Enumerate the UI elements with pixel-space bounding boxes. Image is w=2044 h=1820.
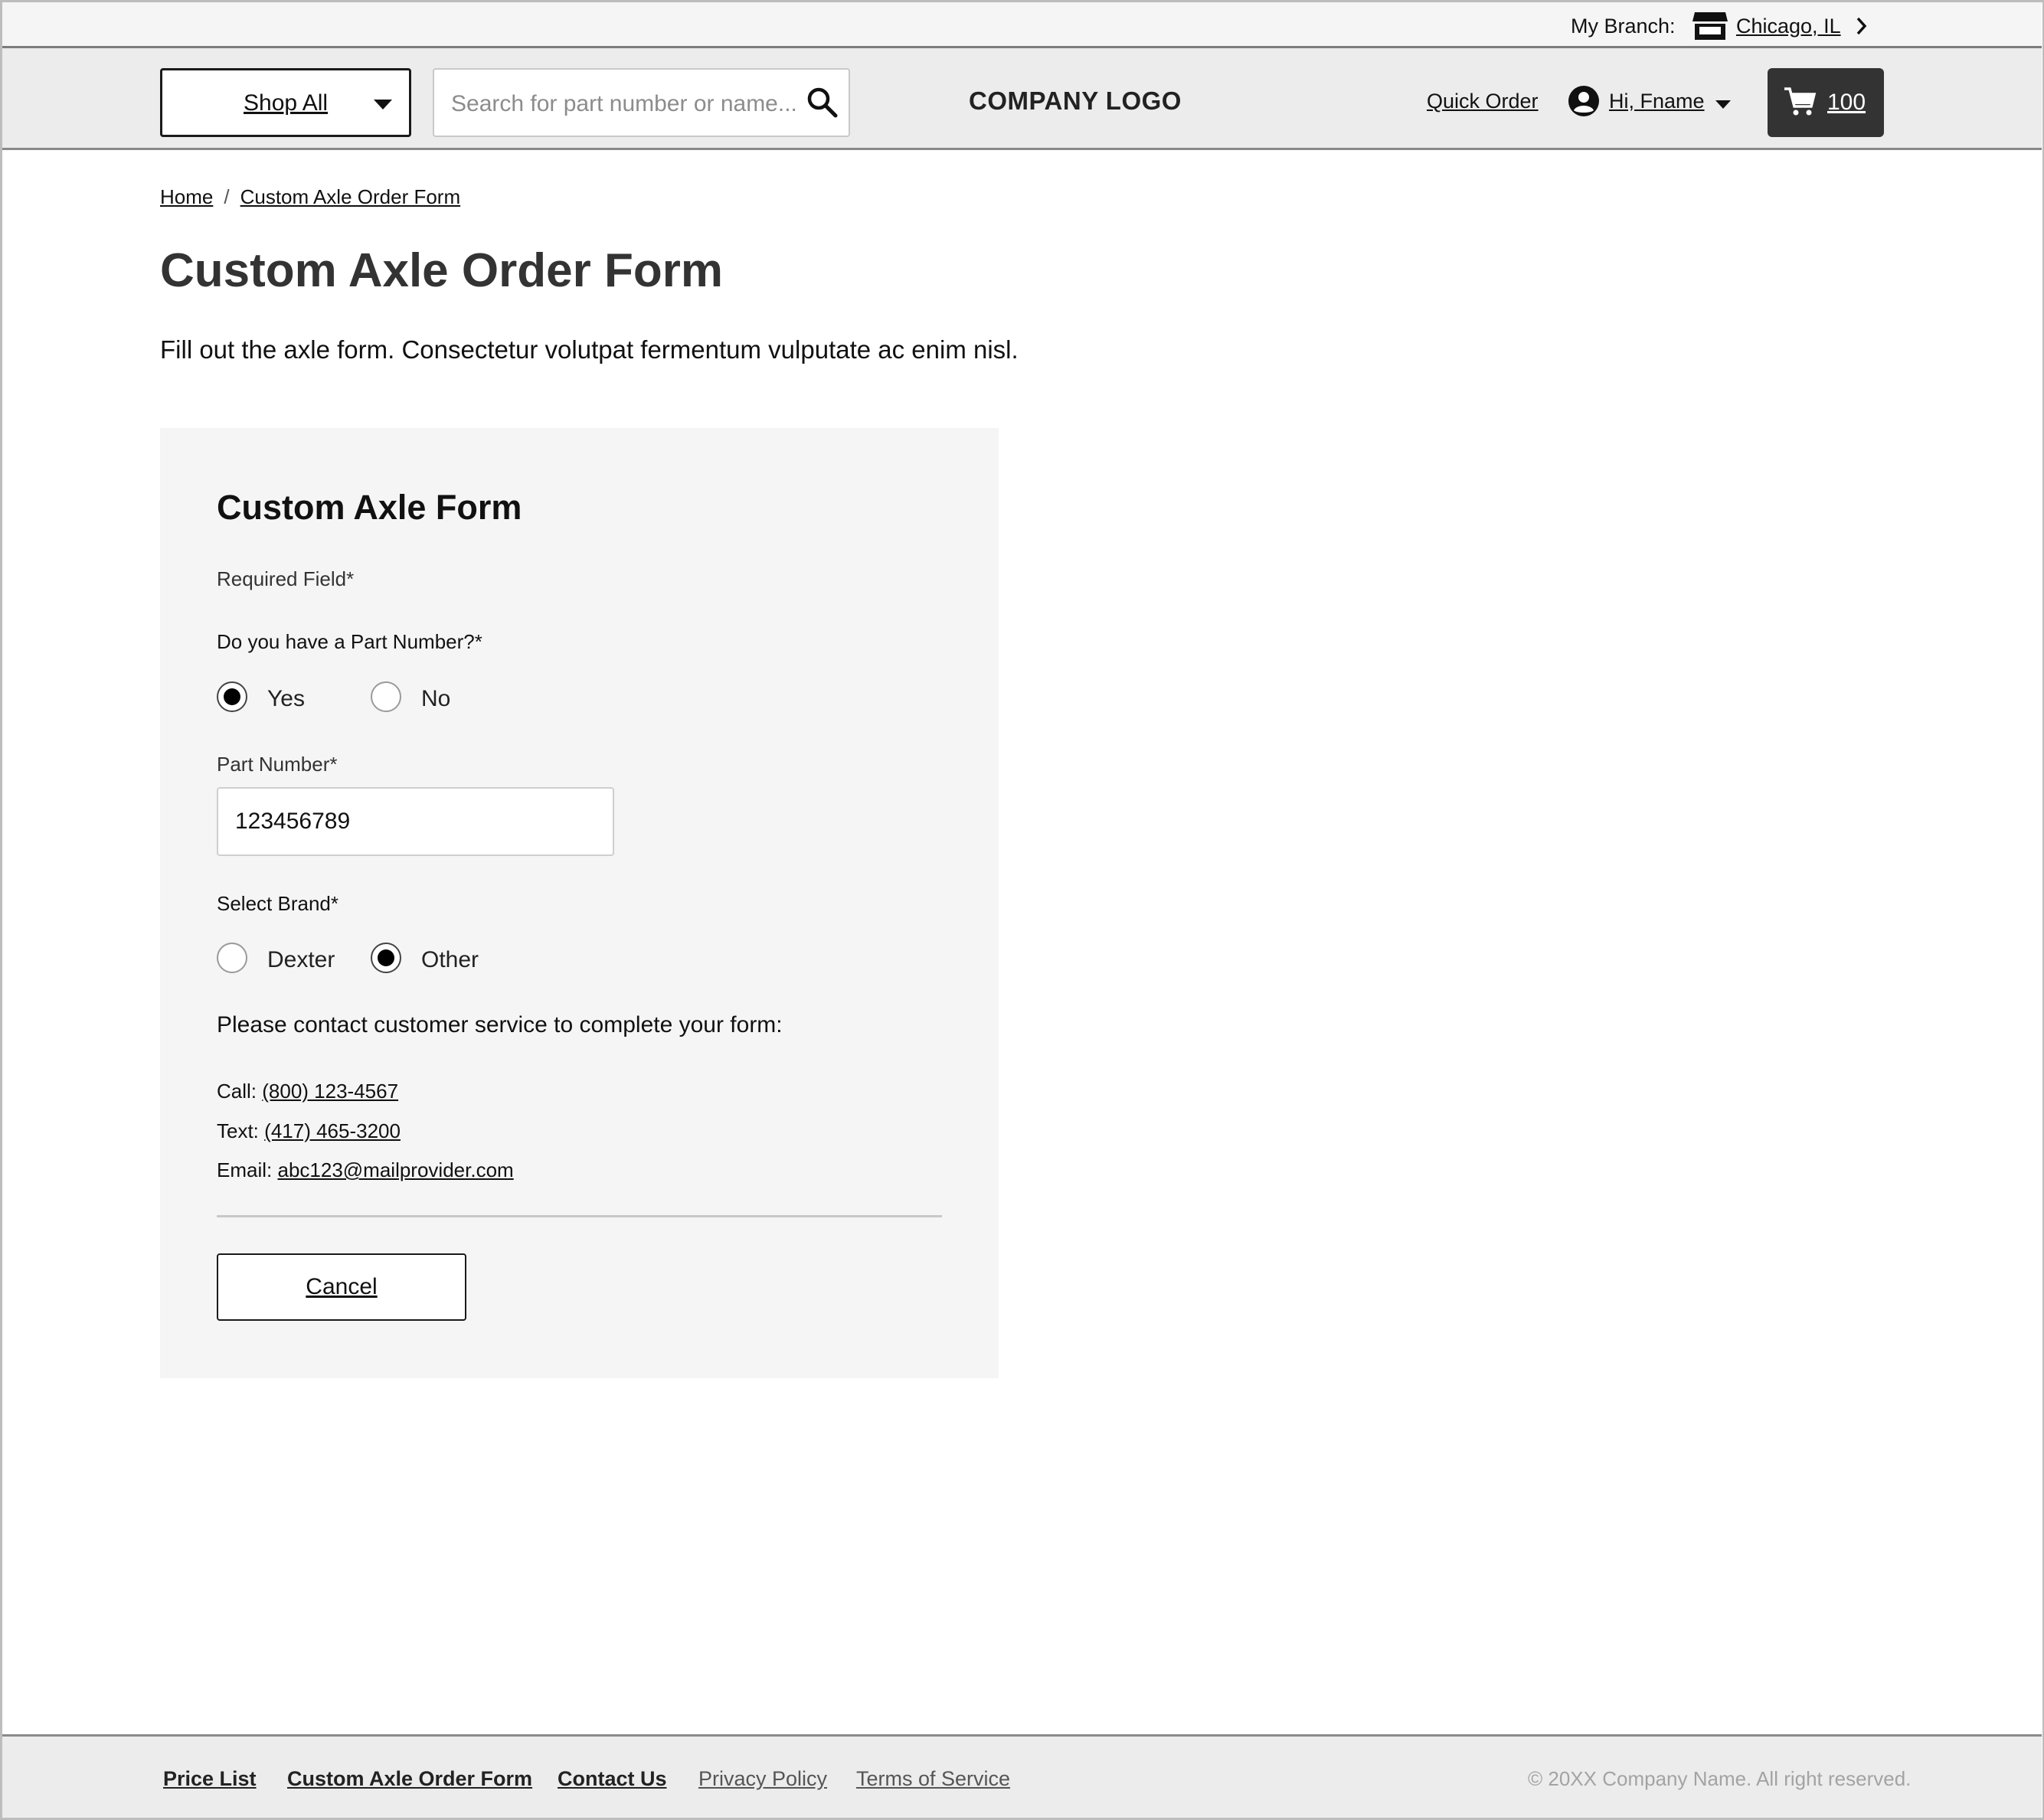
form-title: Custom Axle Form [217, 488, 522, 527]
footer-link-price-list[interactable]: Price List [163, 1767, 257, 1791]
radio-yes-label[interactable]: Yes [267, 686, 305, 712]
cart-icon [1784, 87, 1817, 116]
breadcrumb: Home / Custom Axle Order Form [160, 185, 460, 209]
text-link[interactable]: (417) 465-3200 [264, 1119, 401, 1142]
text-label: Text: [217, 1119, 259, 1142]
shop-all-label: Shop All [244, 90, 329, 116]
email-link[interactable]: abc123@mailprovider.com [277, 1158, 513, 1181]
chevron-down-icon [374, 100, 392, 109]
radio-other-label[interactable]: Other [421, 947, 479, 973]
company-logo[interactable]: COMPANY LOGO [969, 87, 1182, 116]
breadcrumb-home[interactable]: Home [160, 185, 213, 208]
store-icon [1692, 12, 1728, 40]
branch-link[interactable]: Chicago, IL [1736, 15, 1841, 38]
text-line: Text: (417) 465-3200 [217, 1119, 401, 1143]
brand-label: Select Brand* [217, 892, 338, 915]
branch-label: My Branch: [1571, 15, 1676, 38]
account-icon[interactable] [1568, 85, 1600, 117]
cancel-label: Cancel [306, 1274, 378, 1299]
page-intro: Fill out the axle form. Consectetur volu… [160, 335, 1019, 364]
radio-yes[interactable] [217, 681, 247, 712]
footer-link-privacy[interactable]: Privacy Policy [698, 1767, 827, 1791]
part-number-label: Part Number* [217, 753, 338, 776]
cancel-button[interactable]: Cancel [217, 1253, 466, 1321]
required-note: Required Field* [217, 567, 355, 590]
call-line: Call: (800) 123-4567 [217, 1080, 398, 1103]
shop-all-button[interactable]: Shop All [160, 68, 411, 137]
footer-link-contact[interactable]: Contact Us [558, 1767, 667, 1791]
radio-no[interactable] [371, 681, 401, 712]
account-menu-link[interactable]: Hi, Fname [1609, 90, 1705, 113]
chevron-down-icon[interactable] [1715, 100, 1731, 109]
quick-order-link[interactable]: Quick Order [1427, 90, 1539, 113]
email-line: Email: abc123@mailprovider.com [217, 1158, 514, 1182]
part-number-question: Do you have a Part Number?* [217, 630, 482, 653]
radio-no-label[interactable]: No [421, 686, 450, 712]
form-divider [217, 1215, 942, 1217]
site-header: Shop All Search for part number or name.… [2, 48, 2042, 150]
search-input[interactable]: Search for part number or name... [433, 68, 850, 137]
radio-other[interactable] [371, 943, 401, 973]
contact-note: Please contact customer service to compl… [217, 1012, 783, 1037]
search-icon[interactable] [805, 85, 840, 120]
cart-count: 100 [1827, 90, 1866, 115]
part-number-field[interactable] [217, 787, 614, 856]
site-footer: Price List Custom Axle Order Form Contac… [2, 1734, 2042, 1818]
page-title: Custom Axle Order Form [160, 244, 723, 297]
utility-bar: My Branch: Chicago, IL [2, 2, 2042, 48]
call-label: Call: [217, 1080, 257, 1103]
cart-button[interactable]: 100 [1768, 68, 1884, 137]
search-placeholder: Search for part number or name... [451, 91, 797, 116]
copyright: © 20XX Company Name. All right reserved. [1528, 1767, 1912, 1790]
radio-dexter[interactable] [217, 943, 247, 973]
footer-link-terms[interactable]: Terms of Service [856, 1767, 1010, 1791]
chevron-right-icon[interactable] [1854, 16, 1869, 36]
email-label: Email: [217, 1158, 273, 1181]
breadcrumb-separator: / [224, 185, 230, 208]
axle-form-card: Custom Axle Form Required Field* Do you … [160, 428, 999, 1378]
radio-dexter-label[interactable]: Dexter [267, 947, 335, 973]
breadcrumb-current[interactable]: Custom Axle Order Form [240, 185, 461, 208]
footer-link-custom-axle[interactable]: Custom Axle Order Form [287, 1767, 532, 1791]
call-link[interactable]: (800) 123-4567 [262, 1080, 398, 1103]
